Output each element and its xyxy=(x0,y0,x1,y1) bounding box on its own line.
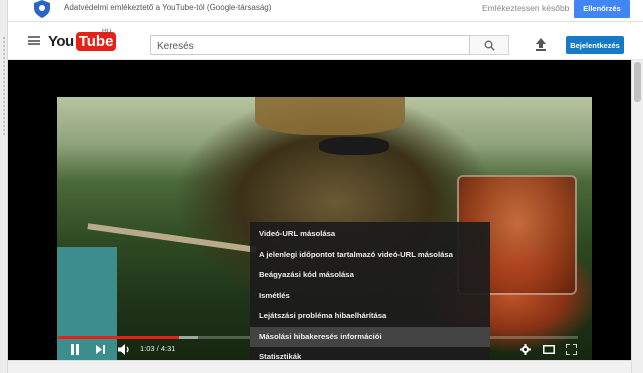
fullscreen-icon xyxy=(566,343,577,355)
play-pause-button[interactable] xyxy=(70,340,80,358)
menu-item-copy-video-url[interactable]: Videó-URL másolása xyxy=(250,224,490,245)
scrollbar-thumb[interactable] xyxy=(634,62,641,102)
youtube-logo[interactable]: You Tube HU xyxy=(48,28,117,51)
menu-item-loop[interactable]: Ismétlés xyxy=(250,286,490,307)
settings-button[interactable] xyxy=(520,340,531,358)
volume-button[interactable] xyxy=(118,340,131,358)
search-input[interactable] xyxy=(151,37,469,56)
menu-item-copy-url-at-time[interactable]: A jelenlegi időpontot tartalmazó videó-U… xyxy=(250,245,490,266)
next-icon xyxy=(96,344,105,354)
menu-item-copy-debug-info[interactable]: Másolási hibakeresés információi xyxy=(250,326,490,347)
next-button[interactable] xyxy=(96,340,105,358)
upload-icon xyxy=(536,37,546,51)
upload-button[interactable] xyxy=(534,36,548,52)
logo-you-text: You xyxy=(48,32,74,50)
signin-button[interactable]: Bejelentkezés xyxy=(566,36,624,54)
context-menu: Videó-URL másolása A jelenlegi időpontot… xyxy=(250,222,490,369)
resize-grip[interactable] xyxy=(2,36,6,136)
volume-icon xyxy=(118,343,129,355)
privacy-reminder-bar: Adatvédelmi emlékeztető a YouTube-tól (G… xyxy=(8,0,643,22)
progress-played xyxy=(58,336,179,339)
theater-mode-icon xyxy=(543,344,555,354)
theater-mode-button[interactable] xyxy=(543,340,555,358)
video-scene-sunglasses xyxy=(319,137,389,155)
privacy-reminder-text: Adatvédelmi emlékeztető a YouTube-tól (G… xyxy=(64,3,272,12)
review-button[interactable]: Ellenőrzés xyxy=(574,0,630,18)
video-scene-hat xyxy=(255,97,405,135)
below-player-area xyxy=(8,360,631,373)
remind-later-link[interactable]: Emlékeztessen később xyxy=(482,3,569,13)
masthead: You Tube HU Bejelentkezés xyxy=(8,22,643,60)
play-pause-icon xyxy=(71,343,79,355)
region-code: HU xyxy=(102,28,112,35)
menu-item-copy-embed-code[interactable]: Beágyazási kód másolása xyxy=(250,265,490,286)
search-button[interactable] xyxy=(470,35,509,55)
menu-item-troubleshoot-playback[interactable]: Lejátszási probléma hibaelhárítása xyxy=(250,306,490,327)
search-icon xyxy=(484,40,495,51)
search-box xyxy=(150,35,470,56)
fullscreen-button[interactable] xyxy=(566,340,577,358)
time-display: 1:03 / 4:31 xyxy=(140,344,176,353)
window-left-edge xyxy=(0,0,8,373)
page-scrollbar[interactable] xyxy=(631,60,643,373)
settings-icon xyxy=(520,343,531,355)
menu-icon[interactable] xyxy=(28,36,40,45)
shield-icon xyxy=(34,0,50,18)
